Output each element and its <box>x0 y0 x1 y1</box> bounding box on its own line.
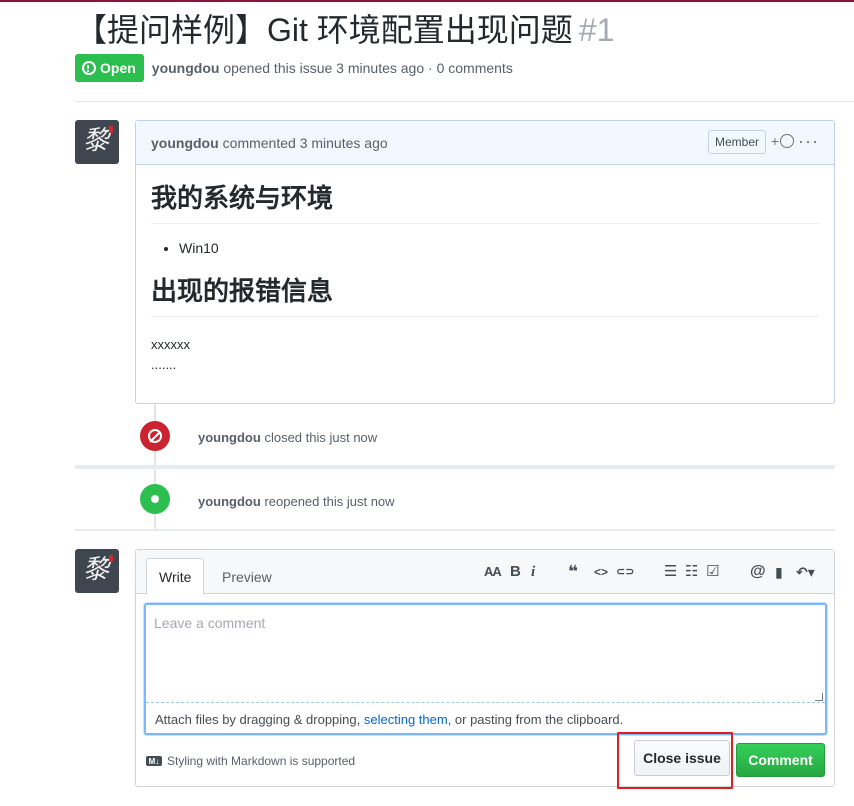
smiley-icon <box>780 134 794 148</box>
issue-title-text: 【提问样例】Git 环境配置出现问题 <box>75 12 573 48</box>
selecting-them-link[interactable]: selecting them <box>364 712 448 727</box>
attach-prefix: Attach files by dragging & dropping, <box>155 712 364 727</box>
event-description: closed this just now <box>264 430 378 445</box>
issue-opened-text: opened this issue 3 minutes ago · 0 comm… <box>223 60 513 76</box>
markdown-icon: M↓ <box>146 756 162 766</box>
attach-suffix: , or pasting from the clipboard. <box>447 712 624 727</box>
mention-icon[interactable]: @ <box>750 562 766 582</box>
markdown-note[interactable]: M↓ Styling with Markdown is supported <box>146 754 355 768</box>
bold-icon[interactable]: B <box>510 562 521 582</box>
avatar-seal <box>109 126 113 133</box>
italic-icon[interactable]: i <box>531 562 535 582</box>
issue-reopened-icon <box>151 495 159 503</box>
reopened-event-badge <box>140 484 170 514</box>
numbered-list-icon[interactable]: ☷ <box>685 562 698 582</box>
comment-body: 我的系统与环境 Win10 出现的报错信息 xxxxxx ....... <box>136 165 834 375</box>
code-icon[interactable]: <> <box>594 562 608 582</box>
bullet-list-icon[interactable]: ☰ <box>664 562 677 582</box>
comment-button[interactable]: Comment <box>736 743 825 777</box>
event-author-link[interactable]: youngdou <box>198 430 261 445</box>
event-description: reopened this just now <box>264 494 395 509</box>
comment-header: youngdou commented 3 minutes ago Member … <box>136 121 834 165</box>
resize-handle-icon[interactable] <box>815 693 823 701</box>
avatar-glyph: 黎 <box>83 126 110 156</box>
tab-preview[interactable]: Preview <box>210 558 284 595</box>
issue-meta: Open youngdou opened this issue 3 minute… <box>75 54 513 82</box>
avatar[interactable]: 黎 <box>75 120 119 164</box>
comment-heading-2: 出现的报错信息 <box>151 274 819 317</box>
link-icon[interactable]: ⊂⊃ <box>616 562 634 582</box>
comment-author[interactable]: youngdou <box>151 135 219 151</box>
task-list-icon[interactable]: ☑ <box>706 562 719 582</box>
new-comment-form: Write Preview AA B i ❝ <> ⊂⊃ ☰ ☷ ☑ @ ▮ ↶… <box>135 549 835 787</box>
reply-icon[interactable]: ↶▾ <box>796 562 815 582</box>
comment-input[interactable] <box>146 605 825 703</box>
closed-event-text: youngdou closed this just now <box>198 430 377 445</box>
issue-meta-text: youngdou opened this issue 3 minutes ago… <box>152 60 513 76</box>
editor-tabs: Write Preview AA B i ❝ <> ⊂⊃ ☰ ☷ ☑ @ ▮ ↶… <box>136 550 834 595</box>
close-issue-button[interactable]: Close issue <box>634 740 730 776</box>
issue-title: 【提问样例】Git 环境配置出现问题 #1 <box>75 10 614 50</box>
event-author-link[interactable]: youngdou <box>198 494 261 509</box>
closed-event-badge <box>140 421 170 451</box>
comment-paragraph: xxxxxx ....... <box>151 335 819 375</box>
issue-number: #1 <box>578 12 615 48</box>
header-divider <box>75 101 854 102</box>
quote-icon[interactable]: ❝ <box>568 562 578 582</box>
comment-line: xxxxxx <box>151 337 190 352</box>
avatar-seal <box>109 555 113 562</box>
comment-time[interactable]: commented 3 minutes ago <box>223 135 388 151</box>
header-text-icon[interactable]: AA <box>484 562 502 582</box>
list-item: Win10 <box>179 240 819 256</box>
avatar[interactable]: 黎 <box>75 549 119 593</box>
attach-files-text[interactable]: Attach files by dragging & dropping, sel… <box>155 712 623 727</box>
bookmark-icon[interactable]: ▮ <box>775 562 783 582</box>
reaction-plus: + <box>770 133 779 149</box>
comment-input-wrapper: Attach files by dragging & dropping, sel… <box>144 603 827 735</box>
event-separator <box>75 465 835 469</box>
markdown-note-text: Styling with Markdown is supported <box>167 754 356 768</box>
status-badge: Open <box>75 54 144 82</box>
tab-write[interactable]: Write <box>146 558 205 595</box>
comment-heading-1: 我的系统与环境 <box>151 181 819 224</box>
issue-opened-icon <box>82 61 96 75</box>
more-options-icon[interactable]: ··· <box>798 131 819 152</box>
status-label: Open <box>100 60 136 76</box>
avatar-glyph: 黎 <box>83 555 110 585</box>
member-badge: Member <box>707 130 766 154</box>
add-reaction-button[interactable]: + <box>771 133 794 149</box>
comment-list: Win10 <box>179 240 819 256</box>
issue-author-link[interactable]: youngdou <box>152 60 220 76</box>
timeline-end-separator <box>75 529 835 531</box>
issue-closed-icon <box>148 429 162 443</box>
issue-comment: youngdou commented 3 minutes ago Member … <box>135 120 835 404</box>
top-border <box>0 0 854 2</box>
comment-line: ....... <box>151 357 177 372</box>
reopened-event-text: youngdou reopened this just now <box>198 494 395 509</box>
